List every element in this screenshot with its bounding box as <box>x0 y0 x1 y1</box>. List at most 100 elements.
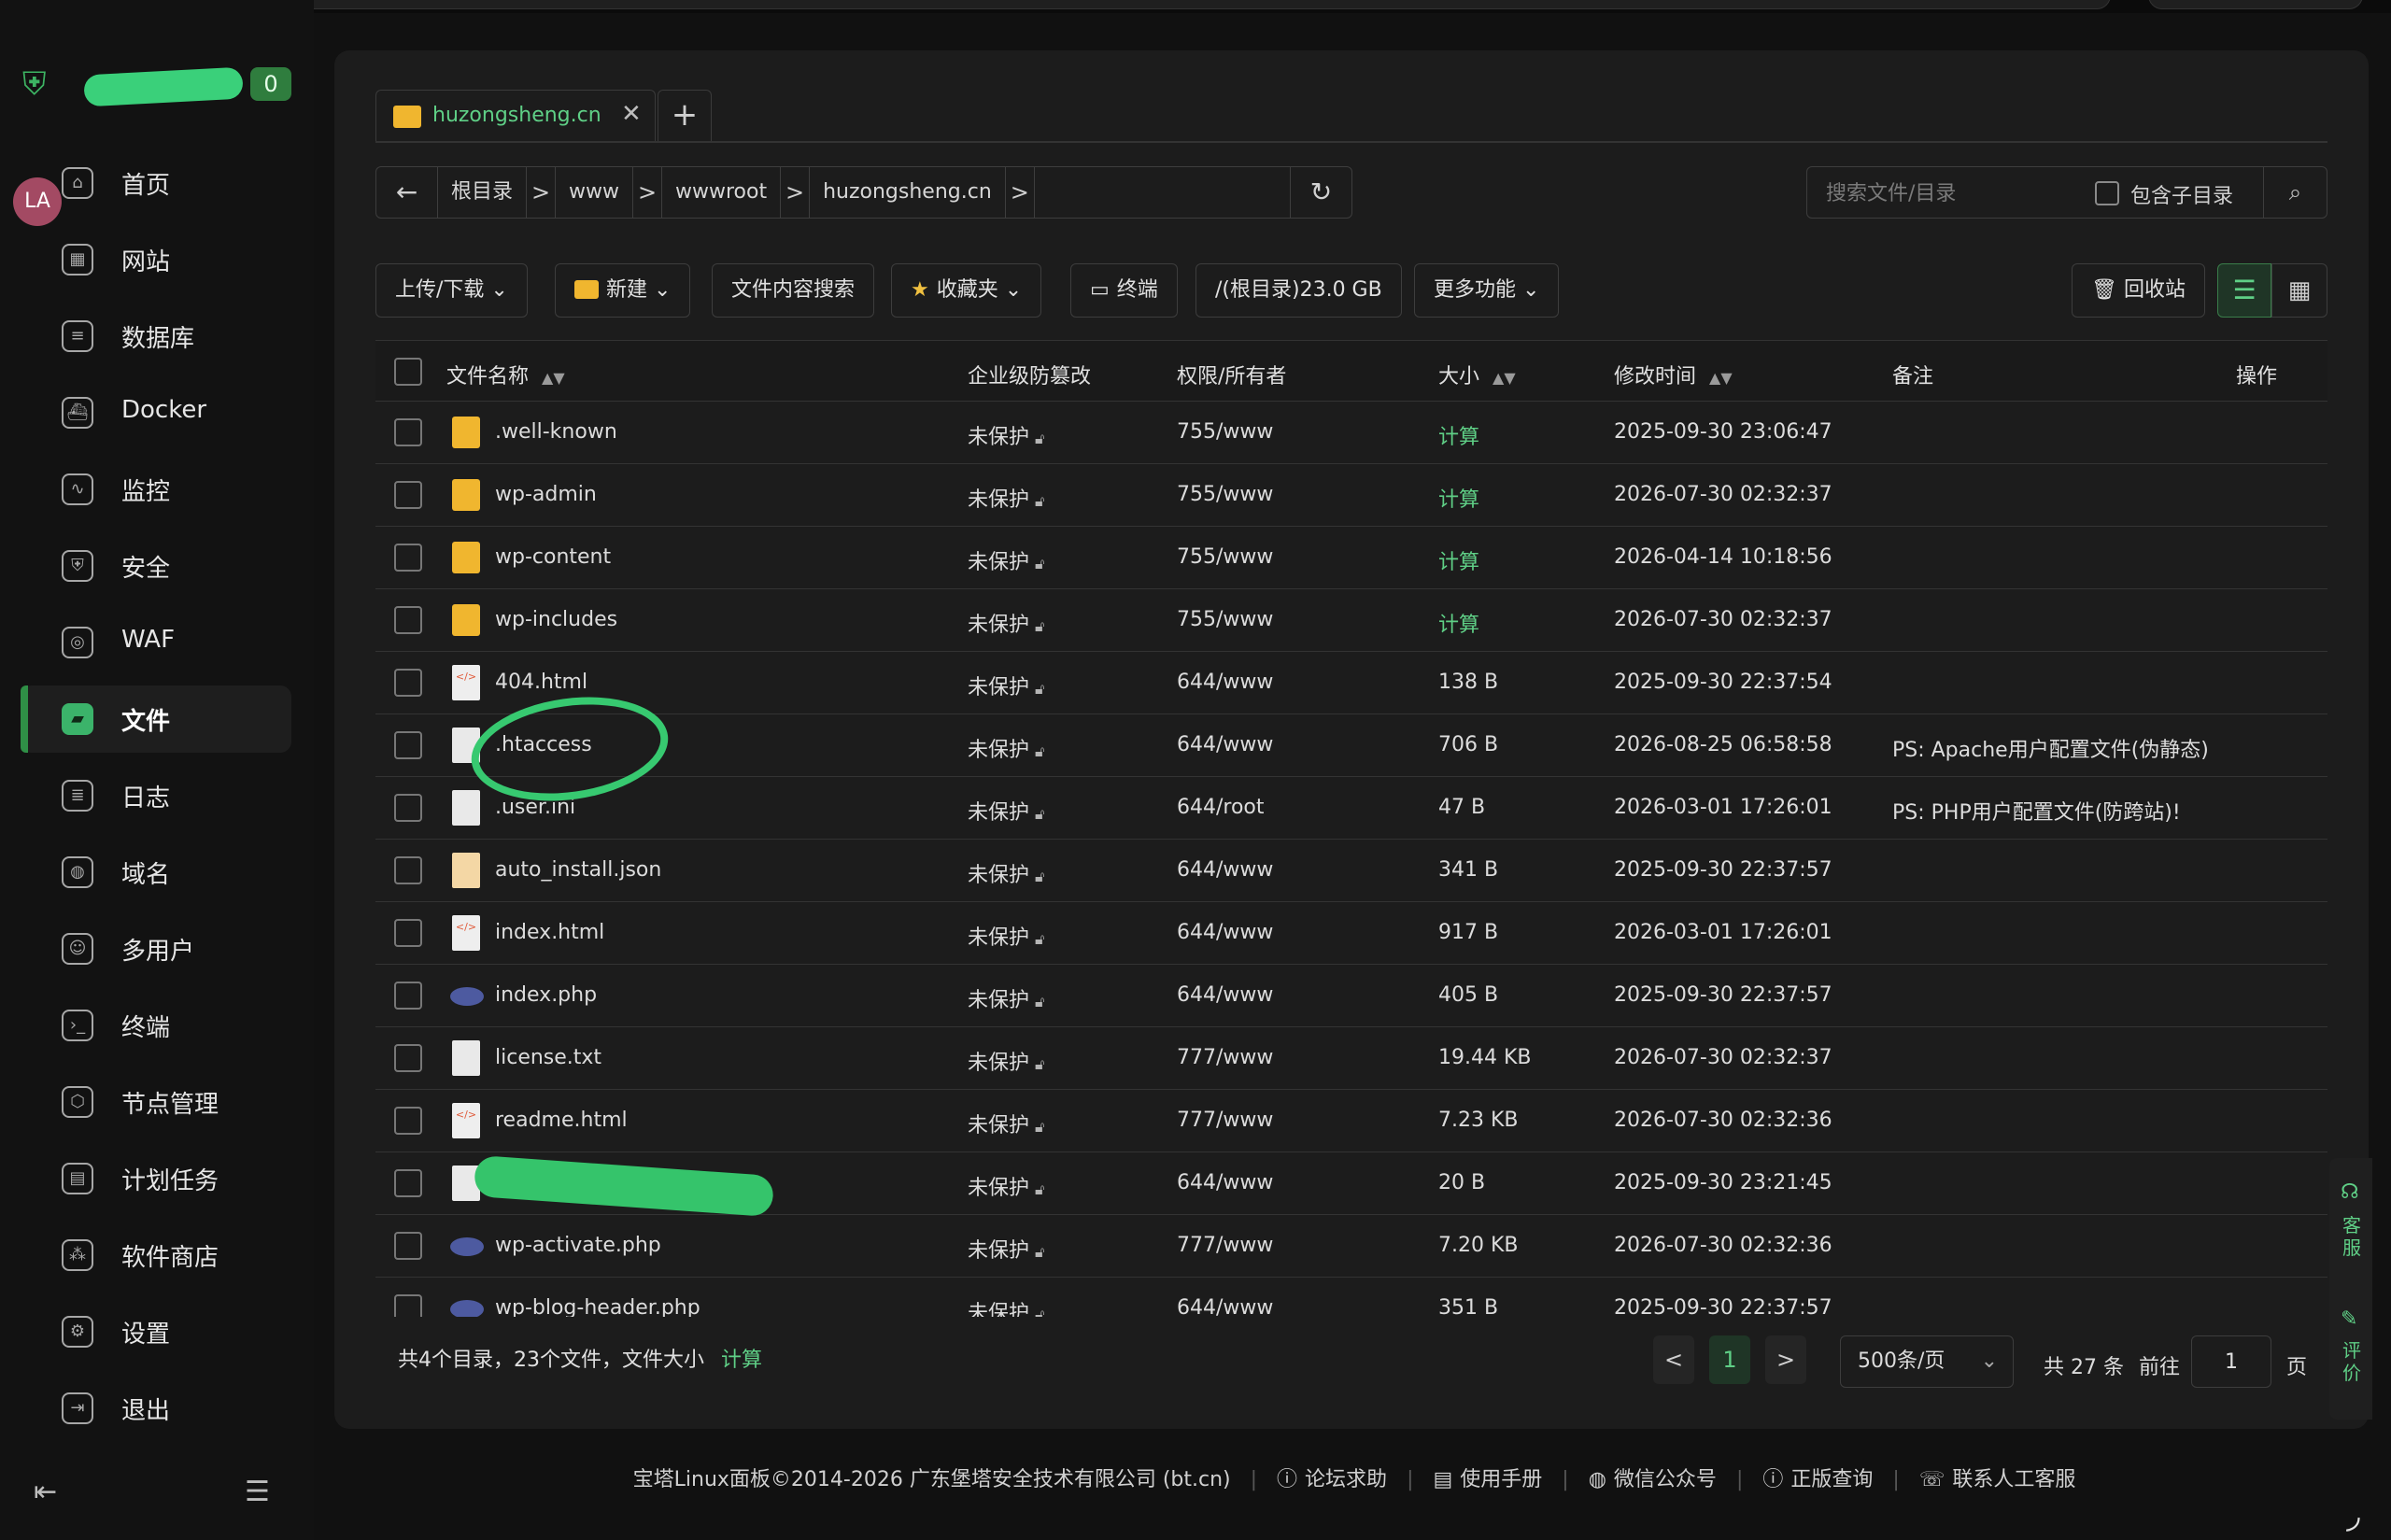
row-checkbox[interactable] <box>394 1107 422 1135</box>
favorites-button[interactable]: ★ 收藏夹 ⌄ <box>891 263 1042 318</box>
sidebar-item-7[interactable]: ▰ 文件 <box>21 685 291 753</box>
notification-badge[interactable]: 0 <box>250 67 291 101</box>
permission[interactable]: 644/www <box>1177 921 1273 944</box>
protect-status[interactable]: 未保护 🔓︎ <box>968 1109 1044 1138</box>
file-name[interactable]: auto_install.json <box>495 858 661 882</box>
headset-icon[interactable]: ☊ <box>2341 1180 2359 1204</box>
upload-download-button[interactable]: 上传/下载 ⌄ <box>375 263 528 318</box>
sidebar-item-1[interactable]: ▦ 网站 <box>21 226 291 293</box>
contact-link[interactable]: 联系人工客服 <box>1952 1468 2075 1491</box>
manual-link[interactable]: 使用手册 <box>1460 1468 1542 1491</box>
file-name[interactable]: wp-includes <box>495 608 617 631</box>
chevron-right-icon[interactable]: > <box>780 167 811 218</box>
row-checkbox[interactable] <box>394 669 422 697</box>
sidebar-item-6[interactable]: ◎ WAF <box>21 609 291 676</box>
sidebar-item-0[interactable]: ⌂ 首页 <box>21 149 291 217</box>
table-row[interactable]: .well-known 未保护 🔓︎ 755/www 计算 2025-09-30 23:0… <box>375 402 2327 464</box>
list-view-icon[interactable]: ☰ <box>2217 263 2271 318</box>
sidebar-item-11[interactable]: ›_ 终端 <box>21 992 291 1059</box>
sidebar-item-16[interactable]: ⇥ 退出 <box>21 1375 291 1442</box>
unlock-icon[interactable]: 🔓︎ <box>1035 1180 1044 1198</box>
table-row[interactable]: wp-content 未保护 🔓︎ 755/www 计算 2026-04-14 10:18… <box>375 527 2327 589</box>
row-checkbox[interactable] <box>394 1169 422 1197</box>
chevron-right-icon[interactable]: > <box>526 167 557 218</box>
unlock-icon[interactable]: 🔓︎ <box>1035 680 1044 698</box>
unlock-icon[interactable]: 🔓︎ <box>1035 1055 1044 1073</box>
new-button[interactable]: 新建 ⌄ <box>555 263 691 318</box>
unlock-icon[interactable]: 🔓︎ <box>1035 1306 1044 1317</box>
back-button[interactable]: ← <box>376 167 438 218</box>
forum-link[interactable]: 论坛求助 <box>1305 1468 1387 1491</box>
row-checkbox[interactable] <box>394 731 422 759</box>
row-checkbox[interactable] <box>394 919 422 947</box>
file-name[interactable]: .well-known <box>495 420 617 444</box>
include-subdir-checkbox[interactable] <box>2095 181 2119 205</box>
breadcrumb-wwwroot[interactable]: wwwroot <box>662 167 780 218</box>
file-name[interactable]: index.html <box>495 921 604 944</box>
unlock-icon[interactable]: 🔓︎ <box>1035 555 1044 572</box>
file-name[interactable]: readme.html <box>495 1109 628 1132</box>
row-checkbox[interactable] <box>394 1294 422 1317</box>
sidebar-item-15[interactable]: ⚙ 设置 <box>21 1298 291 1365</box>
file-size[interactable]: 计算 <box>1438 420 1479 450</box>
protect-status[interactable]: 未保护 🔓︎ <box>968 1234 1044 1264</box>
row-checkbox[interactable] <box>394 418 422 446</box>
sort-icon[interactable]: ▲▼ <box>542 369 565 387</box>
protect-status[interactable]: 未保护 🔓︎ <box>968 921 1044 951</box>
protect-status[interactable]: 未保护 🔓︎ <box>968 483 1044 513</box>
permission[interactable]: 644/www <box>1177 983 1273 1007</box>
table-row[interactable]: wp-includes 未保护 🔓︎ 755/www 计算 2026-07-30 02:3… <box>375 589 2327 652</box>
per-page-select[interactable]: 500条/页 ⌄ <box>1840 1335 2014 1388</box>
unlock-icon[interactable]: 🔓︎ <box>1035 1243 1044 1261</box>
next-page-button[interactable]: > <box>1765 1335 1806 1384</box>
refresh-button[interactable]: ↻ <box>1290 167 1351 218</box>
row-checkbox[interactable] <box>394 481 422 509</box>
sidebar-item-10[interactable]: ☺ 多用户 <box>21 915 291 982</box>
permission[interactable]: 777/www <box>1177 1234 1273 1257</box>
table-row[interactable]: .user.ini 未保护 🔓︎ 644/root 47 B 2026-03-01 17:… <box>375 777 2327 840</box>
permission[interactable]: 755/www <box>1177 545 1273 569</box>
breadcrumb-root[interactable]: 根目录 <box>438 167 526 218</box>
col-name[interactable]: 文件名称 ▲▼ <box>446 360 565 389</box>
address-bar[interactable] <box>224 0 2111 9</box>
unlock-icon[interactable]: 🔓︎ <box>1035 930 1044 948</box>
protect-status[interactable]: 未保护 🔓︎ <box>968 983 1044 1013</box>
sidebar-item-8[interactable]: ≣ 日志 <box>21 762 291 829</box>
chevron-right-icon[interactable]: > <box>1004 167 1035 218</box>
disk-button[interactable]: /(根目录)23.0 GB <box>1196 263 1402 318</box>
row-checkbox[interactable] <box>394 544 422 572</box>
table-row[interactable]: wp-activate.php 未保护 🔓︎ 777/www 7.20 KB 2026-0… <box>375 1215 2327 1278</box>
unlock-icon[interactable]: 🔓︎ <box>1035 492 1044 510</box>
file-size[interactable]: 计算 <box>1438 545 1479 575</box>
permission[interactable]: 755/www <box>1177 608 1273 631</box>
permission[interactable]: 644/www <box>1177 1296 1273 1317</box>
service-link[interactable]: 客服 <box>2342 1214 2361 1259</box>
protect-status[interactable]: 未保护 🔓︎ <box>968 796 1044 826</box>
table-row[interactable]: 404.html 未保护 🔓︎ 644/www 138 B 2025-09-30 22:3… <box>375 652 2327 714</box>
sidebar-item-14[interactable]: ⁂ 软件商店 <box>21 1222 291 1289</box>
file-name[interactable]: index.php <box>495 983 597 1007</box>
permission[interactable]: 644/www <box>1177 733 1273 756</box>
unlock-icon[interactable]: 🔓︎ <box>1035 993 1044 1010</box>
sidebar-item-2[interactable]: ≡ 数据库 <box>21 303 291 370</box>
path-input-area[interactable] <box>1035 167 1290 218</box>
file-name[interactable]: wp-activate.php <box>495 1234 661 1257</box>
breadcrumb-www[interactable]: www <box>556 167 632 218</box>
top-right-control[interactable] <box>2148 0 2363 9</box>
permission[interactable]: 644/root <box>1177 796 1265 819</box>
unlock-icon[interactable]: 🔓︎ <box>1035 430 1044 447</box>
permission[interactable]: 644/www <box>1177 1171 1273 1194</box>
grid-view-icon[interactable]: ▦ <box>2271 263 2327 318</box>
sidebar-item-12[interactable]: ⬡ 节点管理 <box>21 1068 291 1136</box>
row-checkbox[interactable] <box>394 856 422 884</box>
prev-page-button[interactable]: < <box>1653 1335 1694 1384</box>
unlock-icon[interactable]: 🔓︎ <box>1035 805 1044 823</box>
protect-status[interactable]: 未保护 🔓︎ <box>968 858 1044 888</box>
search-input[interactable] <box>1824 177 2048 210</box>
add-tab-button[interactable]: + <box>658 90 712 142</box>
table-row[interactable]: wp-blog-header.php 未保护 🔓︎ 644/www 351 B 2025-… <box>375 1278 2327 1317</box>
permission[interactable]: 644/www <box>1177 858 1273 882</box>
calc-size-link[interactable]: 计算 <box>721 1349 762 1372</box>
file-note[interactable]: PS: Apache用户配置文件(伪静态) <box>1892 733 2209 763</box>
file-name[interactable]: license.txt <box>495 1046 601 1069</box>
